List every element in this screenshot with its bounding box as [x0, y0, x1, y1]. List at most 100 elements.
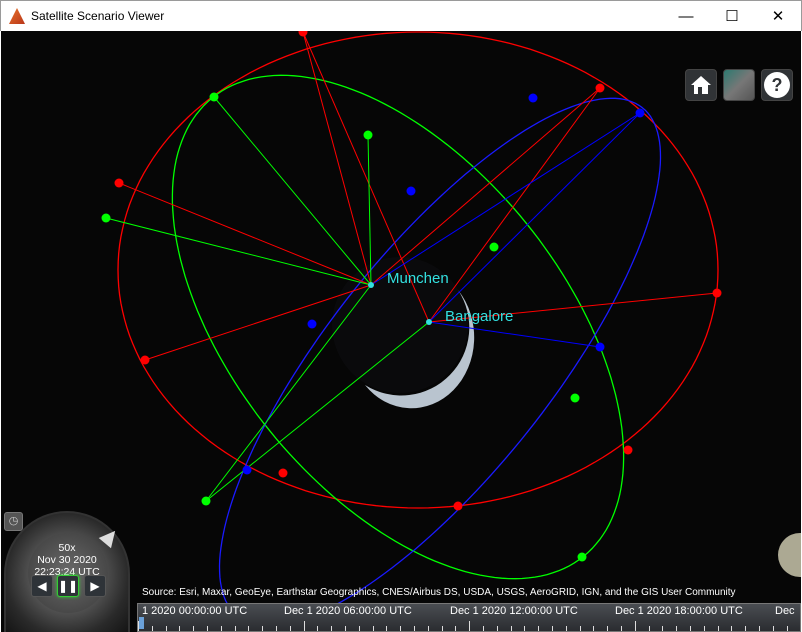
timeline-tick: [786, 626, 788, 631]
access-link: [205, 321, 430, 502]
help-icon: ?: [764, 72, 790, 98]
satellite-marker[interactable]: [595, 83, 605, 93]
timeline-tick: [634, 621, 636, 631]
help-button[interactable]: ?: [761, 69, 793, 101]
timeline-tick: [621, 626, 622, 631]
timeline-tick: [317, 626, 319, 631]
satellite-marker[interactable]: [595, 342, 605, 352]
timeline-tick: [662, 626, 664, 631]
ground-station-bangalore-marker[interactable]: [426, 319, 432, 325]
timeline-tick: [220, 626, 222, 631]
timeline-needle[interactable]: [139, 617, 144, 629]
base-layer-picker-button[interactable]: [723, 69, 755, 101]
timeline-tick: [759, 626, 760, 631]
animation-speed: 50x: [58, 542, 76, 554]
timeline-tick: [745, 626, 747, 631]
timeline-tick: [731, 626, 733, 631]
timeline-tick: [248, 626, 250, 631]
satellite-marker[interactable]: [406, 186, 416, 196]
rewind-button[interactable]: ◀: [31, 575, 53, 597]
timeline-tick: [427, 626, 429, 631]
timeline-tick: [441, 626, 443, 631]
timeline-tick: [496, 626, 498, 631]
window-title: Satellite Scenario Viewer: [31, 9, 165, 23]
timeline-tick: [386, 626, 388, 631]
access-link: [428, 87, 601, 323]
timeline-tick: [179, 626, 181, 631]
satellite-marker[interactable]: [114, 178, 124, 188]
access-link: [302, 31, 372, 286]
timeline-tick: [538, 626, 540, 631]
timeline-tick: [690, 626, 691, 631]
satellite-marker[interactable]: [101, 213, 111, 223]
matlab-icon: [9, 8, 25, 24]
sun: [778, 533, 801, 577]
timeline-tick: [262, 626, 264, 631]
timeline-tick: [565, 626, 567, 631]
timeline-label: Dec 1 2020 12:00:00 UTC: [450, 605, 578, 617]
satellite-marker[interactable]: [528, 93, 538, 103]
play-button[interactable]: ▶: [84, 575, 106, 597]
access-link: [205, 284, 372, 502]
access-link: [370, 112, 641, 286]
timeline-tick: [772, 626, 774, 631]
access-link: [118, 182, 372, 286]
timeline-tick: [289, 626, 291, 631]
satellite-marker[interactable]: [489, 242, 499, 252]
satellite-marker[interactable]: [201, 496, 211, 506]
timeline-tick: [703, 626, 705, 631]
timeline-tick: [552, 626, 553, 631]
pause-button[interactable]: ❚❚: [57, 575, 79, 597]
satellite-marker[interactable]: [712, 288, 722, 298]
satellite-marker[interactable]: [635, 108, 645, 118]
timeline-tick: [331, 626, 333, 631]
label-bangalore: Bangalore: [445, 308, 514, 325]
timeline-tick: [207, 626, 208, 631]
timeline-tick: [455, 626, 457, 631]
timeline-tick: [193, 626, 195, 631]
timeline-tick: [524, 626, 526, 631]
animation-date: Nov 30 2020: [37, 554, 97, 566]
close-button[interactable]: ✕: [755, 1, 801, 31]
satellite-marker[interactable]: [577, 552, 587, 562]
timeline-tick: [151, 626, 153, 631]
access-link: [367, 134, 372, 286]
timeline[interactable]: 1 2020 00:00:00 UTC Dec 1 2020 06:00:00 …: [137, 603, 801, 632]
access-link: [105, 217, 372, 286]
timeline-tick: [234, 626, 236, 631]
satellite-marker[interactable]: [307, 319, 317, 329]
satellite-marker[interactable]: [453, 501, 463, 511]
timeline-label: Dec: [775, 605, 795, 617]
satellite-marker[interactable]: [209, 92, 219, 102]
label-munchen: Munchen: [387, 270, 449, 287]
maximize-button[interactable]: ☐: [709, 1, 755, 31]
timeline-tick: [648, 626, 650, 631]
timeline-tick: [345, 626, 346, 631]
ground-station-munchen-marker[interactable]: [368, 282, 374, 288]
satellite-marker[interactable]: [140, 355, 150, 365]
timeline-tick: [276, 626, 277, 631]
access-link: [213, 96, 372, 286]
timeline-tick: [483, 626, 484, 631]
minimize-button[interactable]: —: [663, 1, 709, 31]
timeline-tick: [510, 626, 512, 631]
satellite-marker[interactable]: [570, 393, 580, 403]
timeline-tick: [717, 626, 719, 631]
home-icon: [691, 76, 711, 94]
timeline-tick: [303, 621, 305, 631]
timeline-tick: [165, 626, 167, 631]
timeline-tick: [607, 626, 609, 631]
satellite-marker[interactable]: [298, 31, 308, 37]
title-bar: Satellite Scenario Viewer — ☐ ✕: [0, 0, 802, 31]
timeline-tick: [593, 626, 595, 631]
satellite-marker[interactable]: [363, 130, 373, 140]
timeline-tick: [579, 626, 581, 631]
satellite-marker[interactable]: [623, 445, 633, 455]
timeline-tick: [400, 626, 402, 631]
timeline-tick: [469, 621, 471, 631]
timeline-tick: [414, 626, 415, 631]
satellite-marker[interactable]: [242, 465, 252, 475]
satellite-marker[interactable]: [278, 468, 288, 478]
timeline-tick: [372, 626, 374, 631]
home-button[interactable]: [685, 69, 717, 101]
